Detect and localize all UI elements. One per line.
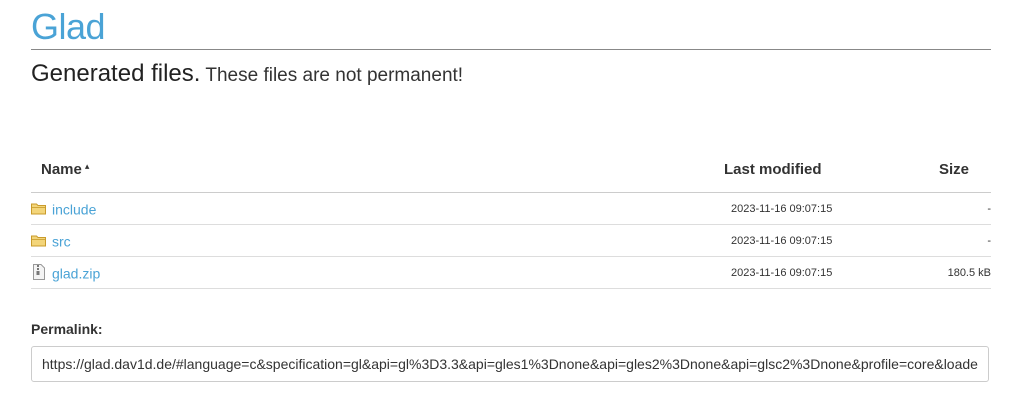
permalink-field[interactable] <box>31 346 989 382</box>
column-header-last-modified[interactable]: Last modified <box>699 147 939 193</box>
table-row: glad.zip 2023-11-16 09:07:15 180.5 kB <box>31 256 991 289</box>
title-divider <box>31 49 991 50</box>
table-row: src 2023-11-16 09:07:15 - <box>31 224 991 257</box>
modified-cell: 2023-11-16 09:07:15 <box>699 192 939 225</box>
size-cell: 180.5 kB <box>939 256 991 289</box>
modified-cell: 2023-11-16 09:07:15 <box>699 256 939 289</box>
page-container: Glad Generated files. These files are no… <box>31 5 991 382</box>
file-name-cell: include <box>31 192 699 225</box>
column-name-label: Name <box>41 161 82 178</box>
file-name-cell: src <box>31 224 699 257</box>
heading-note: These files are not permanent! <box>200 65 464 86</box>
file-link-src[interactable]: src <box>52 233 71 249</box>
file-name-cell: glad.zip <box>31 256 699 289</box>
zip-file-icon <box>33 264 45 281</box>
folder-icon <box>31 235 46 247</box>
site-title[interactable]: Glad <box>31 5 991 49</box>
column-header-size[interactable]: Size <box>939 147 991 193</box>
permalink-label: Permalink: <box>31 321 103 337</box>
file-link-include[interactable]: include <box>52 201 96 217</box>
heading-text: Generated files. <box>31 60 201 87</box>
size-cell: - <box>939 224 991 257</box>
column-header-name[interactable]: Name ▴ <box>31 147 699 193</box>
sort-ascending-icon: ▴ <box>84 161 90 171</box>
file-link-glad-zip[interactable]: glad.zip <box>52 265 100 281</box>
modified-cell: 2023-11-16 09:07:15 <box>699 224 939 257</box>
file-table: Name ▴ Last modified Size include 2023-11… <box>31 147 991 289</box>
page-heading: Generated files. These files are not per… <box>31 60 991 88</box>
size-cell: - <box>939 192 991 225</box>
folder-icon <box>31 203 46 215</box>
table-row: include 2023-11-16 09:07:15 - <box>31 192 991 225</box>
table-header-row: Name ▴ Last modified Size <box>31 147 991 193</box>
